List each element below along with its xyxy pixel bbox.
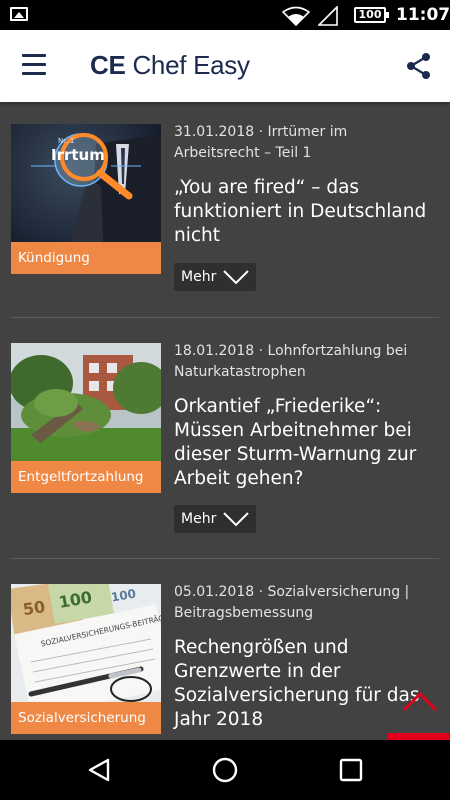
battery-icon: 100 bbox=[354, 7, 389, 23]
more-button-label: Mehr bbox=[181, 511, 217, 527]
app-bar: CE Chef Easy bbox=[0, 30, 450, 102]
thumb-badge: Nr. 1 bbox=[58, 137, 74, 145]
scroll-to-top-button[interactable] bbox=[388, 680, 450, 740]
chevron-up-icon bbox=[402, 691, 438, 712]
article-thumbnail[interactable]: Entgeltfortzahlung bbox=[11, 343, 161, 493]
article-meta: 18.01.2018 · Lohnfortzahlung bei Naturka… bbox=[174, 343, 408, 380]
share-icon[interactable] bbox=[406, 52, 432, 80]
article-headline[interactable]: „You are fired“ – das funktioniert in De… bbox=[174, 176, 436, 248]
article-meta: 31.01.2018 · Irrtümer im Arbeitsrecht – … bbox=[174, 124, 348, 161]
divider bbox=[11, 317, 439, 318]
banknote-50: 50 bbox=[22, 597, 47, 619]
system-navigation-bar bbox=[0, 740, 450, 800]
article-category-badge[interactable]: Sozialversicherung bbox=[11, 702, 161, 734]
divider bbox=[11, 558, 439, 559]
article-list[interactable]: Nr. 1 Irrtum Kündigung 31.01.2018 · Irrt… bbox=[0, 102, 450, 740]
more-button-label: Mehr bbox=[181, 269, 217, 285]
image-notification-icon bbox=[10, 7, 28, 21]
recents-square-icon[interactable] bbox=[338, 757, 364, 783]
app-title-rest: Chef Easy bbox=[125, 50, 250, 80]
more-button[interactable]: Mehr bbox=[174, 263, 256, 291]
article-thumbnail[interactable]: 50 100 100 SOZIALVERSICHERUNGS-BEITRÄGE … bbox=[11, 584, 161, 734]
wifi-icon bbox=[282, 6, 310, 26]
article-thumbnail[interactable]: Nr. 1 Irrtum Kündigung bbox=[11, 124, 161, 274]
back-triangle-icon[interactable] bbox=[86, 757, 112, 783]
scroll-top-accent-bar bbox=[388, 733, 450, 740]
clock: 11:07 bbox=[396, 5, 450, 25]
home-icon[interactable] bbox=[212, 757, 238, 783]
chevron-down-icon bbox=[223, 270, 249, 285]
article-category-badge[interactable]: Kündigung bbox=[11, 242, 161, 274]
signal-icon bbox=[318, 6, 338, 26]
chevron-down-icon bbox=[223, 512, 249, 527]
thumb-word: Irrtum bbox=[51, 146, 105, 164]
app-title: CE Chef Easy bbox=[90, 50, 250, 81]
article-meta: 05.01.2018 · Sozialversicherung | Beitra… bbox=[174, 584, 410, 621]
status-bar: 100 11:07 bbox=[0, 0, 450, 30]
app-title-bold: CE bbox=[90, 50, 126, 80]
more-button[interactable]: Mehr bbox=[174, 505, 256, 533]
article-headline[interactable]: Orkantief „Friederike“: Müssen Arbeitneh… bbox=[174, 395, 436, 491]
article-category-badge[interactable]: Entgeltfortzahlung bbox=[11, 461, 161, 493]
hamburger-menu-icon[interactable] bbox=[22, 54, 48, 76]
